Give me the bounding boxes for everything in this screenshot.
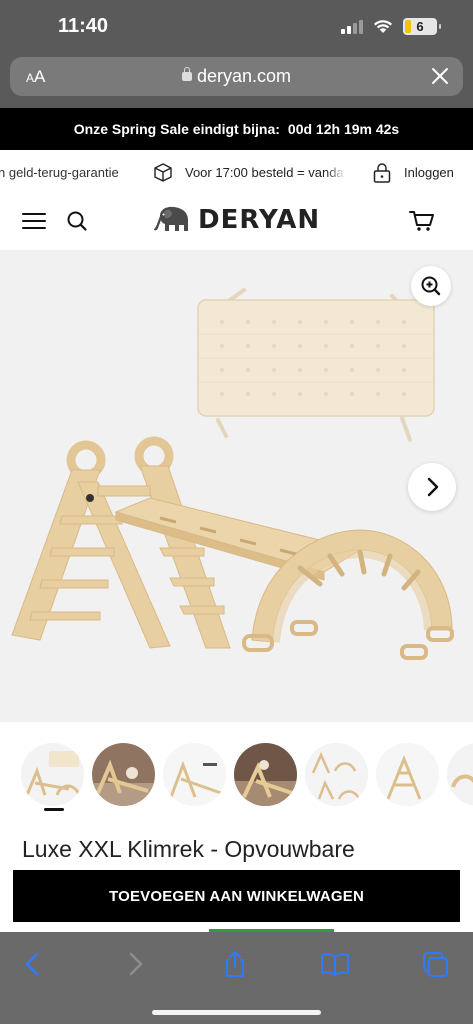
product-title: Luxe XXL Klimrek - Opvouwbare bbox=[22, 836, 355, 862]
login-link[interactable]: Inloggen bbox=[404, 165, 454, 180]
thumbnail[interactable] bbox=[447, 743, 473, 806]
climbing-set-illustration bbox=[11, 288, 454, 660]
logo-text: DERYAN bbox=[198, 205, 321, 235]
sale-banner: Onze Spring Sale eindigt bijna: 00d 12h … bbox=[0, 108, 473, 150]
tabs-icon[interactable] bbox=[420, 949, 450, 979]
next-image-button[interactable] bbox=[408, 463, 456, 511]
site-logo[interactable]: DERYAN bbox=[152, 204, 320, 236]
back-icon[interactable] bbox=[18, 949, 48, 979]
thumbnail[interactable] bbox=[163, 743, 226, 806]
address-bar[interactable]: AA deryan.com bbox=[10, 57, 463, 96]
wifi-icon bbox=[374, 20, 392, 33]
status-time: 11:40 bbox=[58, 15, 109, 37]
active-thumbnail-indicator bbox=[44, 808, 64, 811]
thumbnail[interactable] bbox=[376, 743, 439, 806]
site-header: DERYAN bbox=[0, 194, 473, 248]
thumbnail-strip bbox=[0, 743, 473, 813]
cart-icon[interactable] bbox=[409, 210, 435, 232]
zoom-button[interactable] bbox=[411, 266, 451, 306]
usp-item-delivery: Voor 17:00 besteld = vanda bbox=[185, 165, 344, 180]
elephant-logo-icon bbox=[154, 206, 188, 231]
add-to-cart-button[interactable]: TOEVOEGEN AAN WINKELWAGEN bbox=[13, 870, 460, 922]
close-icon[interactable] bbox=[429, 65, 451, 87]
thumbnail[interactable] bbox=[305, 743, 368, 806]
usp-fade bbox=[326, 150, 346, 194]
browser-chrome-top: 11:40 6 AA deryan.com bbox=[0, 0, 473, 108]
thumbnail[interactable] bbox=[234, 743, 297, 806]
hamburger-menu-icon[interactable] bbox=[22, 213, 46, 229]
usp-bar: n geld-terug-garantie Voor 17:00 besteld… bbox=[0, 150, 473, 194]
battery-icon: 6 bbox=[403, 18, 441, 35]
search-icon[interactable] bbox=[66, 210, 88, 232]
product-image[interactable] bbox=[0, 250, 473, 722]
home-indicator bbox=[152, 1010, 321, 1015]
triangle-climber-illustration bbox=[11, 436, 231, 649]
lock-icon bbox=[181, 67, 192, 81]
login-lock-icon[interactable] bbox=[372, 162, 392, 184]
forward-icon[interactable] bbox=[120, 949, 150, 979]
chevron-right-icon bbox=[427, 477, 439, 497]
cushion-illustration bbox=[197, 288, 435, 442]
thumbnail[interactable] bbox=[92, 743, 155, 806]
zoom-in-icon bbox=[421, 276, 441, 296]
url-display[interactable]: deryan.com bbox=[10, 66, 463, 87]
battery-level: 6 bbox=[416, 19, 424, 34]
url-text: deryan.com bbox=[196, 66, 292, 86]
status-icons: 6 bbox=[341, 18, 441, 35]
cellular-signal-icon bbox=[341, 19, 363, 34]
sale-banner-text: Onze Spring Sale eindigt bijna: bbox=[73, 121, 280, 137]
thumbnail[interactable] bbox=[21, 743, 84, 806]
usp-item-guarantee: n geld-terug-garantie bbox=[0, 165, 119, 180]
share-icon[interactable] bbox=[220, 949, 250, 979]
package-icon bbox=[154, 163, 172, 182]
bookmarks-icon[interactable] bbox=[320, 949, 350, 979]
sale-countdown: 00d 12h 19m 42s bbox=[287, 121, 400, 137]
